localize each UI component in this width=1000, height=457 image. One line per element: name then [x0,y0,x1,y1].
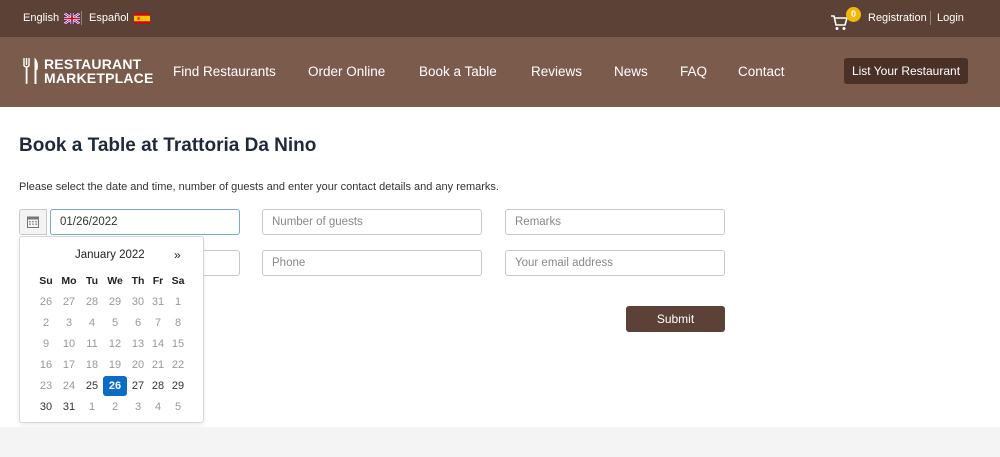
datepicker-dow: Su [39,275,53,287]
datepicker-day: 2 [42,317,50,329]
datepicker-day: 12 [108,338,122,350]
datepicker-day: 19 [108,359,122,371]
uk-flag-icon [64,12,81,24]
restaurant-name: Trattoria Da Nino [163,135,317,156]
datepicker-day: 5 [111,317,119,329]
datepicker-day[interactable]: 31 [58,397,80,417]
calendar-icon [27,216,39,228]
remarks-input[interactable]: Remarks [505,209,725,235]
datepicker-day[interactable]: 28 [147,376,169,396]
nav-order-online[interactable]: Order Online [308,64,385,79]
nav-find-restaurants[interactable]: Find Restaurants [173,64,276,79]
datepicker-day: 10 [62,338,76,350]
logo-line-2: MARKETPLACE [44,70,154,86]
fork-knife-icon [22,58,38,84]
language-divider [81,11,82,25]
datepicker-day: 7 [154,317,162,329]
datepicker-day: 29 [108,296,122,308]
cart-icon [831,15,848,30]
date-input[interactable]: 01/26/2022 [50,209,240,235]
datepicker-dow: Sa [171,275,185,287]
site-logo[interactable]: RESTAURANT MARKETPLACE [22,57,154,85]
datepicker-dow: We [107,275,123,287]
datepicker-day: 17 [62,359,76,371]
datepicker-month[interactable]: January 2022 [75,249,145,261]
datepicker-day: 27 [62,296,76,308]
datepicker-day: 14 [151,338,165,350]
datepicker-day: 24 [62,380,76,392]
datepicker-dow: Mo [61,275,77,287]
datepicker-day: 28 [85,296,99,308]
datepicker-day: 5 [174,401,182,413]
datepicker-day: 8 [174,317,182,329]
datepicker-day: 4 [88,317,96,329]
nav-faq[interactable]: FAQ [680,64,707,79]
datepicker-day[interactable]: 27 [127,376,149,396]
datepicker-day: 26 [39,296,53,308]
nav-reviews[interactable]: Reviews [531,64,582,79]
datepicker-day: 23 [39,380,53,392]
cart-count-badge: 0 [846,7,861,22]
datepicker-day-selected[interactable]: 26 [103,376,127,396]
datepicker-day: 3 [134,401,142,413]
datepicker-day[interactable]: 30 [35,397,57,417]
login-link[interactable]: Login [937,12,964,24]
datepicker: January 2022 » Su Mo Tu We Th Fr Sa 26 27 28 29 30 3… [19,236,204,423]
datepicker-dow: Tu [85,275,99,287]
list-your-restaurant-button[interactable]: List Your Restaurant [844,58,968,84]
datepicker-day: 3 [65,317,73,329]
datepicker-dow: Th [131,275,145,287]
footer-strip [0,427,1000,457]
datepicker-day: 31 [151,296,165,308]
registration-link[interactable]: Registration [868,12,927,24]
datepicker-day: 1 [174,296,182,308]
main-nav: RESTAURANT MARKETPLACE Find Restaurants … [0,37,1000,107]
spain-flag-icon [133,12,150,24]
datepicker-day: 13 [131,338,145,350]
datepicker-day: 18 [85,359,99,371]
phone-input[interactable]: Phone [262,250,482,276]
datepicker-dow: Fr [152,275,164,287]
calendar-button[interactable] [19,209,47,235]
cart-button[interactable]: 0 [830,7,861,32]
email-input[interactable]: Your email address [505,250,725,276]
guests-input[interactable]: Number of guests [262,209,482,235]
submit-button[interactable]: Submit [626,306,725,332]
page-title: Book a Table at Trattoria Da Nino [19,135,316,157]
page-title-prefix: Book a Table at [19,135,159,156]
nav-book-a-table[interactable]: Book a Table [419,64,497,79]
datepicker-day: 4 [154,401,162,413]
datepicker-day: 1 [88,401,96,413]
language-english[interactable]: English [23,12,81,24]
datepicker-day: 15 [171,338,185,350]
top-link-divider [930,11,931,25]
language-english-label: English [23,12,60,24]
datepicker-day[interactable]: 25 [81,376,103,396]
language-spanish[interactable]: Español [89,12,150,24]
nav-news[interactable]: News [614,64,648,79]
datepicker-day: 9 [42,338,50,350]
datepicker-day: 22 [171,359,185,371]
datepicker-day[interactable]: 29 [167,376,189,396]
datepicker-header: January 2022 » [20,248,205,267]
datepicker-day: 16 [39,359,53,371]
top-bar: English Español 0 Registration Login [0,0,1000,37]
logo-line-1: RESTAURANT [44,56,142,72]
datepicker-day: 11 [86,338,98,350]
language-spanish-label: Español [89,12,129,24]
booking-instructions: Please select the date and time, number … [19,181,499,193]
datepicker-day: 21 [151,359,165,371]
nav-contact[interactable]: Contact [738,64,785,79]
datepicker-next-button[interactable]: » [174,248,181,262]
datepicker-day: 30 [131,296,145,308]
datepicker-day: 2 [111,401,119,413]
datepicker-day: 6 [134,317,142,329]
datepicker-day: 20 [131,359,145,371]
